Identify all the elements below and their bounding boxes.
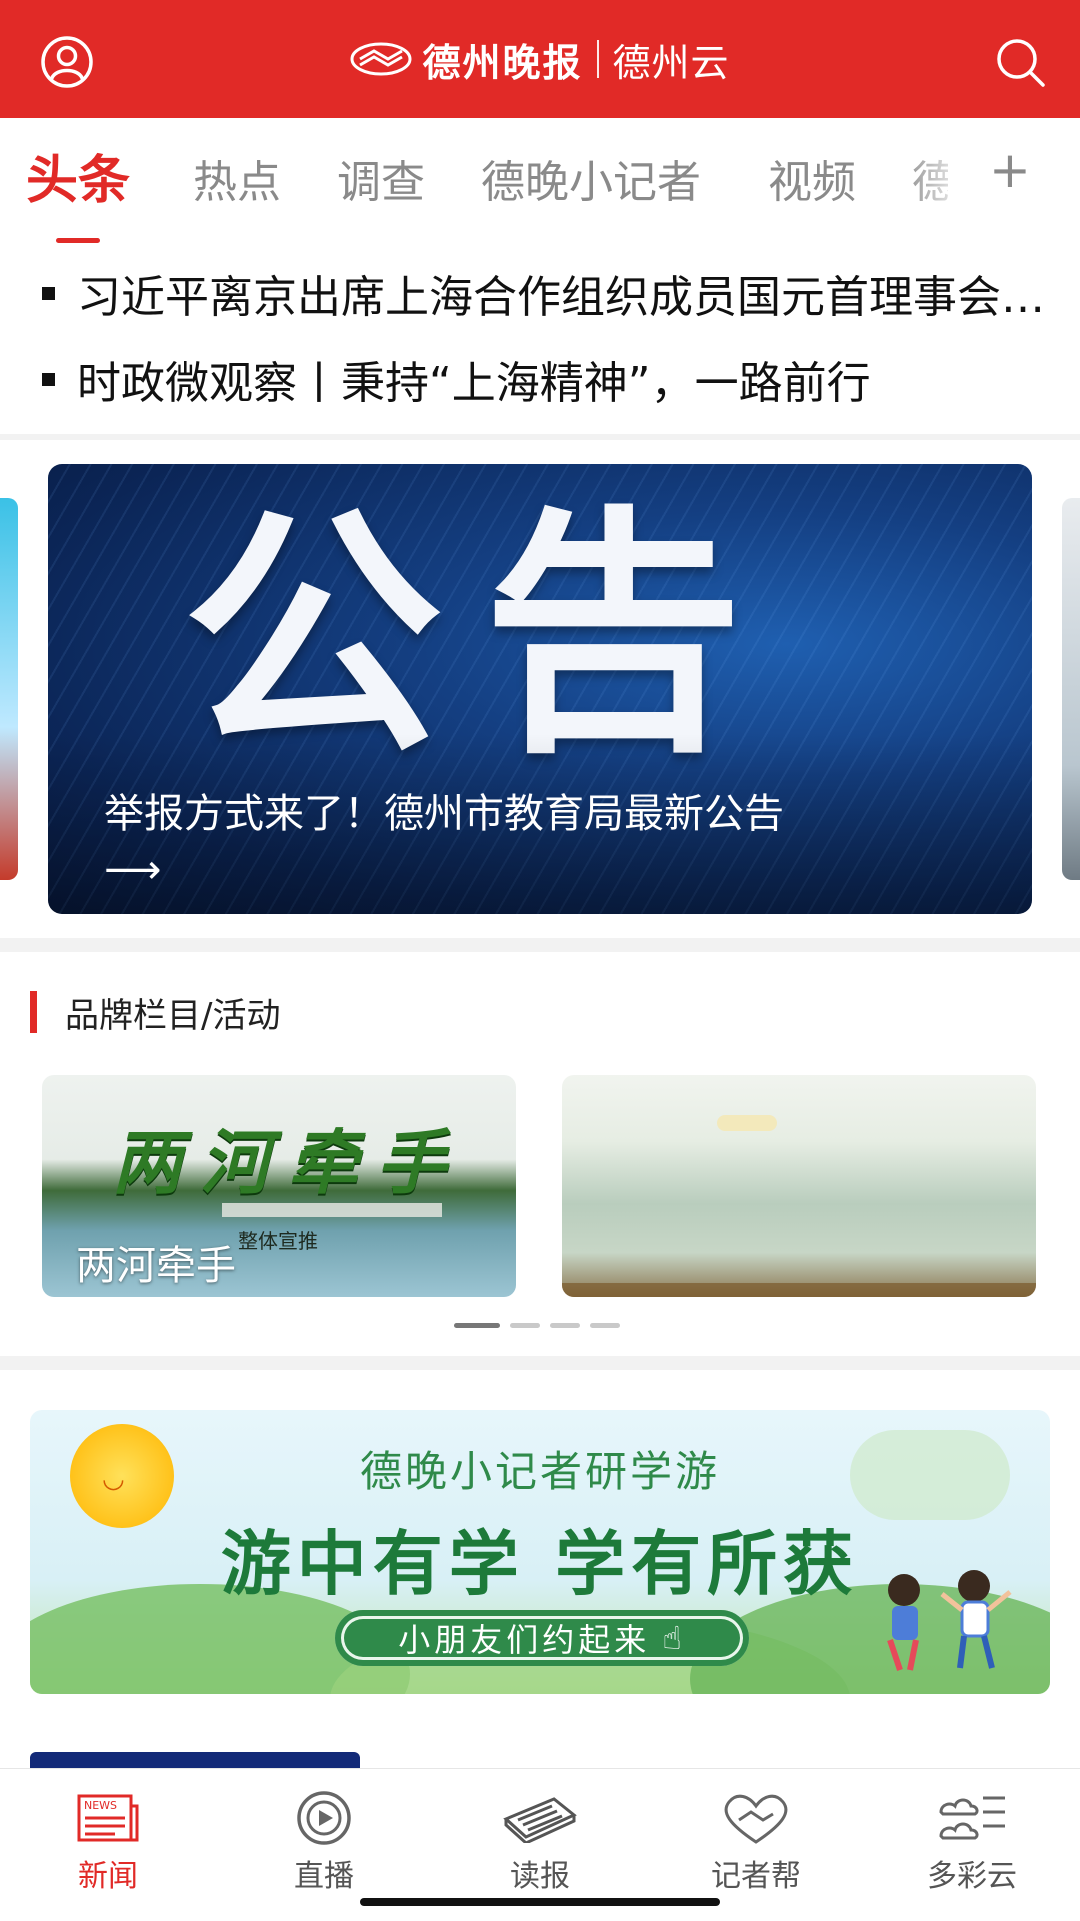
slide-caption: 举报方式来了！德州市教育局最新公告 ⟶ (104, 786, 992, 898)
carousel-pagination (454, 1323, 620, 1328)
cloud-name: 德州云 (612, 40, 730, 85)
newspaper-logo-icon (350, 42, 412, 76)
tabs-fade (900, 130, 970, 210)
bullet-icon (42, 372, 55, 386)
nav-label: 直播 (294, 1859, 354, 1894)
paper-name: 德州晚报 (422, 39, 583, 85)
plus-icon: + (989, 141, 1031, 199)
headline-list: 习近平离京出席上海合作组织成员国元首理事会第二十五次会议 时政微观察丨秉持“上海… (0, 250, 1080, 422)
brand-cards: 两河牵手 整体宣推 两河牵手 (42, 1075, 1042, 1299)
card-base-graphic (562, 1283, 1036, 1297)
nav-item-live[interactable]: 直播 (244, 1787, 404, 1897)
section-divider (0, 938, 1080, 952)
slide-caption-text: 举报方式来了！德州市教育局最新公告 (104, 791, 784, 837)
nav-label: 读报 (510, 1859, 570, 1894)
app-logo: 德州晚报 德州云 (350, 32, 729, 87)
slide-big-text: 公告 (183, 483, 783, 788)
add-channel-button[interactable]: + (980, 140, 1040, 200)
page-dot[interactable] (510, 1323, 540, 1328)
svg-text:NEWS: NEWS (84, 1799, 117, 1812)
study-tour-banner[interactable]: ◡ 德晚小记者研学游 游中有学 学有所获 小朋友们约起来 ☝ (30, 1410, 1050, 1694)
nav-item-reporter-help[interactable]: 记者帮 (676, 1787, 836, 1897)
headline-text: 习近平离京出席上海合作组织成员国元首理事会第二十五次会议 (77, 272, 1050, 323)
app-header: 德州晚报 德州云 (0, 0, 1080, 118)
nav-label: 记者帮 (711, 1859, 801, 1894)
home-indicator[interactable] (360, 1898, 720, 1906)
brand-section-header: 品牌栏目/活动 (30, 990, 281, 1036)
banner-title: 德晚小记者研学游 (359, 1447, 720, 1496)
card-bridge-graphic (222, 1203, 442, 1217)
section-accent-bar (30, 991, 37, 1033)
search-icon (997, 39, 1045, 87)
banner-cta-label: 小朋友们约起来 (398, 1621, 651, 1659)
page-dot[interactable] (550, 1323, 580, 1328)
pointer-hand-icon: ☝ (662, 1619, 686, 1657)
tab-hot[interactable]: 热点 (193, 146, 281, 210)
brand-card[interactable]: 两河牵手 整体宣推 两河牵手 (42, 1075, 516, 1297)
headline-item[interactable]: 习近平离京出席上海合作组织成员国元首理事会第二十五次会议 (0, 250, 1080, 336)
page-dot[interactable] (454, 1323, 500, 1328)
tab-video[interactable]: 视频 (768, 146, 856, 210)
nav-label: 新闻 (78, 1859, 138, 1894)
nav-item-read-paper[interactable]: 读报 (460, 1787, 620, 1897)
page-dot[interactable] (590, 1323, 620, 1328)
section-divider (0, 434, 1080, 440)
banner-cta-button[interactable]: 小朋友们约起来 ☝ (335, 1610, 749, 1666)
arrow-right-icon: ⟶ (104, 847, 162, 893)
nav-item-news[interactable]: NEWS 新闻 (28, 1787, 188, 1897)
hero-carousel[interactable]: 公告 举报方式来了！德州市教育局最新公告 ⟶ (0, 464, 1080, 916)
carousel-next-peek[interactable] (1062, 498, 1080, 880)
tab-headlines[interactable]: 头条 (26, 138, 130, 213)
tab-young-reporter[interactable]: 德晚小记者 (481, 146, 701, 210)
section-divider (0, 1356, 1080, 1370)
logo-divider (596, 40, 599, 78)
brand-card[interactable] (562, 1075, 1036, 1297)
nav-label: 多彩云 (927, 1859, 1017, 1894)
nav-item-colorful-cloud[interactable]: 多彩云 (892, 1787, 1052, 1897)
news-icon: NEWS (77, 1794, 139, 1842)
handshake-heart-icon (724, 1794, 788, 1844)
user-profile-button[interactable] (34, 34, 100, 90)
newspaper-icon (503, 1797, 577, 1843)
carousel-prev-peek[interactable] (0, 498, 18, 880)
search-button[interactable] (990, 34, 1050, 90)
live-play-icon (297, 1791, 351, 1845)
headline-text: 时政微观察丨秉持“上海精神”，一路前行 (77, 358, 871, 409)
hero-slide[interactable]: 公告 举报方式来了！德州市教育局最新公告 ⟶ (48, 464, 1032, 914)
section-title: 品牌栏目/活动 (65, 995, 281, 1036)
cloud-list-icon (939, 1796, 1005, 1840)
card-glow-graphic (717, 1115, 777, 1131)
headline-item[interactable]: 时政微观察丨秉持“上海精神”，一路前行 (0, 336, 1080, 422)
card-art-title: 两河牵手 (112, 1121, 464, 1204)
card-subtitle: 整体宣推 (238, 1229, 318, 1253)
kids-illustration (887, 1570, 1012, 1671)
user-icon (41, 36, 93, 88)
bullet-icon (42, 286, 55, 300)
tab-investigation[interactable]: 调查 (337, 146, 425, 210)
card-name: 两河牵手 (76, 1243, 236, 1289)
